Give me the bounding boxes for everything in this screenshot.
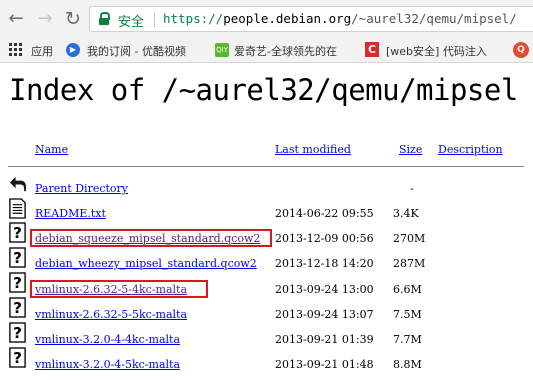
forward-arrow-icon[interactable]: → xyxy=(34,8,56,30)
back-arrow-icon[interactable]: ← xyxy=(5,8,27,30)
svg-text:?: ? xyxy=(13,224,22,242)
highlight-box xyxy=(30,229,272,247)
file-link[interactable]: vmlinux-3.2.0-4-4kc-malta xyxy=(35,333,180,346)
svg-text:?: ? xyxy=(13,299,22,317)
url-host: people.debian.org xyxy=(223,11,352,26)
file-size: 3.4K xyxy=(393,207,419,220)
file-link[interactable]: README.txt xyxy=(35,207,106,220)
file-link[interactable]: vmlinux-2.6.32-5-5kc-malta xyxy=(35,308,187,321)
bookmark-iqiyi[interactable]: QIY 爱奇艺-全球领先的在 xyxy=(215,41,349,59)
unknown-file-icon: ? xyxy=(9,222,26,243)
svg-text:?: ? xyxy=(13,274,22,292)
unknown-file-icon: ? xyxy=(9,247,26,268)
url-text[interactable]: https://people.debian.org/~aurel32/qemu/… xyxy=(163,11,517,26)
column-header-size[interactable]: Size xyxy=(399,143,422,156)
file-date: 2013-12-09 00:56 xyxy=(275,232,374,245)
file-date: 2013-09-24 13:07 xyxy=(275,308,374,321)
file-size: 287M xyxy=(393,257,426,270)
url-path: /~aurel32/qemu/mipsel/ xyxy=(351,11,517,26)
file-date: 2013-09-24 13:00 xyxy=(275,283,374,296)
svg-text:?: ? xyxy=(13,349,22,367)
unknown-file-icon: ? xyxy=(9,297,26,318)
bookmark-label: [web安全] 代码注入 xyxy=(386,45,487,58)
file-link[interactable]: Parent Directory xyxy=(35,182,128,195)
unknown-file-icon: ? xyxy=(9,272,26,293)
file-size: 8.8M xyxy=(393,358,422,371)
file-date: 2014-06-22 09:55 xyxy=(275,207,374,220)
file-size: 7.5M xyxy=(393,308,422,321)
bookmarks-bar: 应用 ▶ 我的订阅 - 优酷视频 QIY 爱奇艺-全球领先的在 C [web安全… xyxy=(0,38,533,63)
unknown-file-icon: ? xyxy=(9,347,26,368)
file-size: 270M xyxy=(393,232,426,245)
apps-grid-icon xyxy=(9,43,22,56)
text-file-icon xyxy=(9,198,26,219)
bookmark-label: 应用 xyxy=(31,45,53,58)
youku-icon: ▶ xyxy=(66,43,80,57)
bookmark-youku[interactable]: ▶ 我的订阅 - 优酷视频 xyxy=(66,41,208,59)
address-bar[interactable]: 安全 https://people.debian.org/~aurel32/qe… xyxy=(89,6,533,32)
svg-text:?: ? xyxy=(13,324,22,342)
file-link[interactable]: debian_wheezy_mipsel_standard.qcow2 xyxy=(35,257,257,270)
svg-text:?: ? xyxy=(13,249,22,267)
page-title: Index of /~aurel32/qemu/mipsel xyxy=(9,73,518,107)
file-link[interactable]: vmlinux-3.2.0-4-5kc-malta xyxy=(35,358,180,371)
iqiyi-icon: QIY xyxy=(215,43,229,57)
file-date: 2013-12-18 14:20 xyxy=(275,257,374,270)
bookmark-label: 我的订阅 - 优酷视频 xyxy=(87,45,186,58)
file-size: 7.7M xyxy=(393,333,422,346)
column-header-description[interactable]: Description xyxy=(438,143,503,156)
q-logo-icon: Q xyxy=(513,42,529,58)
lock-icon[interactable] xyxy=(99,12,110,25)
c-logo-icon: C xyxy=(365,42,379,57)
reload-icon[interactable]: ↻ xyxy=(62,8,84,30)
bookmark-apps[interactable]: 应用 xyxy=(9,41,59,59)
file-date: 2013-09-21 01:48 xyxy=(275,358,374,371)
address-separator xyxy=(154,12,155,27)
column-header-last-modified[interactable]: Last modified xyxy=(275,143,351,156)
column-header-name[interactable]: Name xyxy=(35,143,68,156)
browser-toolbar: ← → ↻ 安全 https://people.debian.org/~aure… xyxy=(0,0,533,38)
highlight-box xyxy=(30,280,208,298)
bookmark-label: 爱奇艺-全球领先的在 xyxy=(234,45,337,58)
security-label[interactable]: 安全 xyxy=(118,11,144,30)
unknown-file-icon: ? xyxy=(9,322,26,343)
header-divider xyxy=(8,166,524,167)
back-arrow-icon xyxy=(9,176,27,192)
file-size: - xyxy=(410,182,414,195)
file-date: 2013-09-21 01:39 xyxy=(275,333,374,346)
url-scheme: https:// xyxy=(163,11,224,26)
file-size: 6.6M xyxy=(393,283,422,296)
bookmark-q[interactable]: Q xyxy=(513,41,533,59)
bookmark-web-security[interactable]: C [web安全] 代码注入 xyxy=(365,41,505,59)
